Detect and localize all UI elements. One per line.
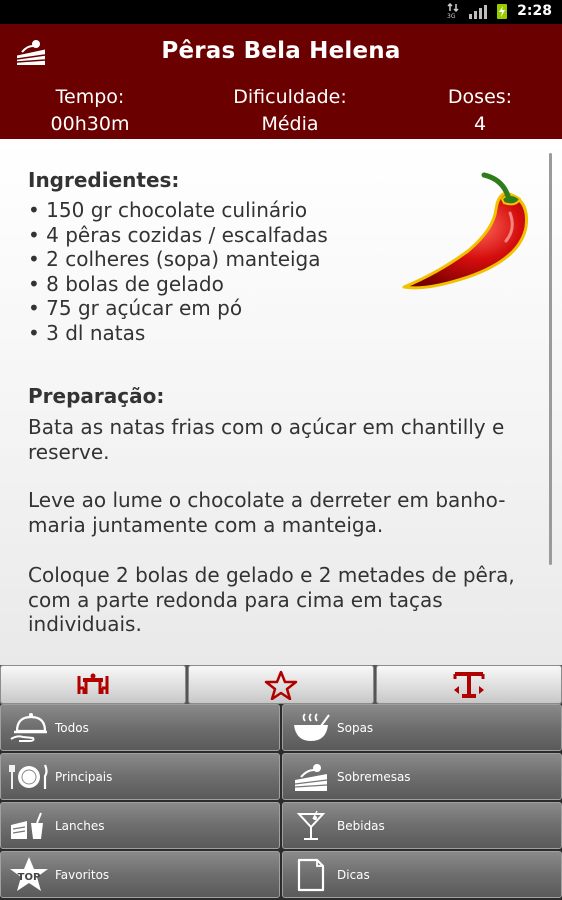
- tempo-label: Tempo:: [55, 86, 125, 108]
- list-item: 4 pêras cozidas / escalfadas: [28, 223, 328, 248]
- dining-table-icon: [77, 673, 109, 694]
- meta-tempo: Tempo: 00h30m: [30, 84, 150, 138]
- preparation-step: Bata as natas frias com o açúcar em chan…: [28, 415, 505, 464]
- chili-pepper-icon: [402, 172, 529, 290]
- category-principais[interactable]: Principais: [0, 753, 280, 800]
- data-3g-icon: 3G: [447, 3, 459, 19]
- preparation-step: Leve ao lume o chocolate a derreter em b…: [28, 488, 506, 537]
- category-todos[interactable]: Todos: [0, 704, 280, 751]
- meta-dificuldade: Dificuldade: Média: [215, 84, 365, 138]
- category-grid: Todos Sopas Principais Sobremesas Lanche…: [0, 704, 562, 900]
- doses-value: 4: [473, 113, 487, 135]
- list-item: 75 gr açúcar em pó: [28, 296, 328, 321]
- notes-icon: [297, 858, 325, 891]
- recipe-content[interactable]: Ingredientes: 150 gr chocolate culinário…: [0, 139, 562, 665]
- list-item: 150 gr chocolate culinário: [28, 198, 328, 223]
- tab-favorite[interactable]: [188, 665, 374, 704]
- category-sopas[interactable]: Sopas: [282, 704, 562, 751]
- category-sobremesas[interactable]: Sobremesas: [282, 753, 562, 800]
- cloche-icon: [10, 712, 47, 742]
- meta-doses: Doses: 4: [420, 84, 540, 138]
- dificuldade-value: Média: [261, 113, 319, 135]
- plate-cutlery-icon: [9, 764, 48, 789]
- category-label: Todos: [55, 720, 89, 735]
- category-label: Bebidas: [337, 818, 385, 833]
- preparation-title: Preparação:: [28, 384, 165, 408]
- ingredients-title: Ingredientes:: [28, 168, 180, 192]
- page-title: Pêras Bela Helena: [161, 38, 401, 64]
- cocktail-icon: [296, 810, 326, 840]
- status-icons: 3G 2:28: [447, 3, 552, 19]
- list-item: 2 colheres (sopa) manteiga: [28, 247, 328, 272]
- top-star-icon: TOP: [10, 856, 48, 891]
- category-label: Dicas: [337, 867, 370, 882]
- category-label: Sopas: [337, 720, 374, 735]
- tempo-value: 00h30m: [50, 113, 130, 135]
- category-favoritos[interactable]: TOP Favoritos: [0, 851, 280, 898]
- category-bebidas[interactable]: Bebidas: [282, 802, 562, 849]
- font-size-icon: [453, 671, 485, 698]
- soup-bowl-icon: [294, 712, 330, 741]
- status-bar: 3G 2:28: [0, 0, 562, 24]
- category-dicas[interactable]: Dicas: [282, 851, 562, 898]
- category-lanches[interactable]: Lanches: [0, 802, 280, 849]
- tab-dining-table[interactable]: [0, 665, 186, 704]
- category-label: Favoritos: [55, 867, 110, 882]
- tab-font-size[interactable]: [376, 665, 562, 704]
- dificuldade-label: Dificuldade:: [233, 86, 347, 108]
- svg-text:TOP: TOP: [18, 872, 41, 883]
- category-label: Lanches: [55, 818, 105, 833]
- snack-icon: [11, 812, 43, 839]
- cake-icon: [294, 763, 328, 791]
- star-icon: [264, 670, 298, 700]
- doses-label: Doses:: [447, 86, 513, 108]
- ingredients-list: 150 gr chocolate culinário 4 pêras cozid…: [28, 198, 328, 346]
- category-label: Principais: [55, 769, 113, 784]
- svg-text:3G: 3G: [447, 13, 456, 19]
- list-item: 8 bolas de gelado: [28, 272, 328, 297]
- scrollbar[interactable]: [549, 153, 552, 565]
- preparation-step: Coloque 2 bolas de gelado e 2 metades de…: [28, 563, 515, 637]
- signal-icon: [469, 3, 488, 19]
- action-tabs: [0, 665, 562, 704]
- clock-time: 2:28: [517, 3, 552, 19]
- category-label: Sobremesas: [337, 769, 411, 784]
- list-item: 3 dl natas: [28, 321, 328, 346]
- recipe-header: Pêras Bela Helena Tempo: 00h30m Dificuld…: [0, 24, 562, 139]
- battery-charging-icon: [497, 3, 508, 19]
